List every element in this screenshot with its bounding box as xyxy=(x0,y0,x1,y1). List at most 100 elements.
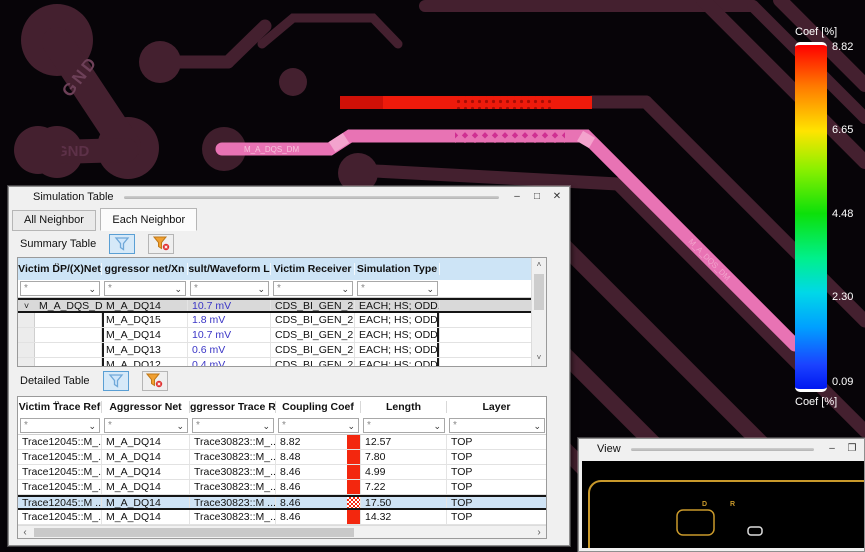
summary-col-result[interactable]: sult/Waveform L xyxy=(188,263,271,275)
scrollbar-thumb[interactable] xyxy=(534,274,544,310)
view-canvas[interactable]: D R xyxy=(582,461,864,548)
detailed-filter-layer[interactable]: * ⌄ xyxy=(449,418,545,433)
detailed-row[interactable]: Trace12045::M_... M_A_DQ14 Trace30823::M… xyxy=(18,480,546,495)
chevron-down-icon: ⌄ xyxy=(176,420,184,431)
detailed-filter-button[interactable] xyxy=(102,370,129,391)
pcb-net-label: M_A_DQS_DM xyxy=(244,145,299,154)
colorbar-tick: 2.30 xyxy=(832,291,854,303)
coupling-coef-colorbar: Coef [%] 8.82 6.65 4.48 2.30 0.09 Coef [… xyxy=(791,10,865,412)
component-outline-white xyxy=(747,526,763,536)
minimize-button[interactable]: – xyxy=(509,188,525,206)
detailed-table: ^ Victim Trace Ref Aggressor Net ggresso… xyxy=(17,396,547,539)
aggressor-trace-red[interactable] xyxy=(340,96,592,109)
titlebar-divider xyxy=(123,195,499,199)
component-outline xyxy=(676,509,715,536)
detailed-col-layer[interactable]: Layer xyxy=(447,401,546,413)
simulation-window-titlebar[interactable]: Simulation Table – □ ✕ xyxy=(9,187,569,207)
scroll-up-icon[interactable]: ˄ xyxy=(532,258,546,273)
expander-icon[interactable]: ˅ xyxy=(18,301,35,311)
detailed-filter-length[interactable]: * ⌄ xyxy=(363,418,445,433)
coef-color-chip xyxy=(347,450,360,464)
detailed-col-coupling-coef[interactable]: Coupling Coef xyxy=(276,401,361,413)
detailed-row[interactable]: Trace12045::M_... M_A_DQ14 Trace30823::M… xyxy=(18,510,546,525)
summary-col-victim[interactable]: ^ Victim DP/(X)Net xyxy=(18,263,102,275)
view-window-titlebar[interactable]: View – ❐ xyxy=(579,439,864,459)
summary-table: ^ Victim DP/(X)Net ggressor net/Xn sult/… xyxy=(17,257,547,367)
designator-label: D xyxy=(702,501,707,508)
detailed-row[interactable]: Trace12045::M_... M_A_DQ14 Trace30823::M… xyxy=(18,435,546,450)
colorbar-gradient xyxy=(795,42,827,392)
detailed-filter-coupling-coef[interactable]: * ⌄ xyxy=(278,418,359,433)
summary-row[interactable]: M_A_DQ15 1.8 mV CDS_BI_GEN_2P... EACH; H… xyxy=(18,313,533,328)
chevron-down-icon: ⌄ xyxy=(341,283,349,294)
simulation-table-window: Simulation Table – □ ✕ All Neighbor Each… xyxy=(8,186,570,546)
summary-col-simtype[interactable]: Simulation Type xyxy=(355,263,440,275)
summary-filter-victim[interactable]: * ⌄ xyxy=(20,281,100,296)
chevron-down-icon: ⌄ xyxy=(347,420,355,431)
detailed-filter-aggressor-trace[interactable]: * ⌄ xyxy=(192,418,274,433)
detailed-filter-row: * ⌄ * ⌄ * ⌄ * ⌄ * ⌄ * ⌄ xyxy=(18,417,546,435)
chevron-down-icon: ⌄ xyxy=(533,420,541,431)
detailed-filter-aggressor-net[interactable]: * ⌄ xyxy=(104,418,188,433)
chevron-down-icon: ⌄ xyxy=(88,283,96,294)
detailed-row-selected[interactable]: Trace12045::M ... M_A_DQ14 Trace30823::M… xyxy=(18,495,546,510)
scroll-down-icon[interactable]: ˅ xyxy=(532,351,546,366)
detailed-filter-victim-trace[interactable]: * ⌄ xyxy=(20,418,100,433)
titlebar-divider xyxy=(630,447,814,451)
colorbar-title-top: Coef [%] xyxy=(795,26,838,38)
tab-each-neighbor[interactable]: Each Neighbor xyxy=(100,208,198,231)
colorbar-tick: 0.09 xyxy=(832,376,854,388)
view-window: View – ❐ D R xyxy=(578,438,865,552)
summary-toolbar: Summary Table xyxy=(20,233,175,254)
coef-color-chip xyxy=(347,465,360,479)
detailed-col-aggressor-net[interactable]: Aggressor Net xyxy=(102,401,190,413)
coef-color-chip xyxy=(347,435,360,449)
view-board-outline-svg: D R xyxy=(588,480,864,548)
summary-filter-aggressor[interactable]: * ⌄ xyxy=(104,281,186,296)
board-outline xyxy=(588,480,864,548)
detailed-horizontal-scrollbar[interactable]: ‹ › xyxy=(18,525,546,538)
chevron-down-icon: ⌄ xyxy=(174,283,182,294)
maximize-button[interactable]: □ xyxy=(529,188,545,206)
detailed-table-label: Detailed Table xyxy=(20,374,90,387)
detailed-col-victim-trace[interactable]: ^ Victim Trace Ref xyxy=(18,401,102,413)
view-window-title: View xyxy=(597,443,621,455)
summary-clear-filter-button[interactable] xyxy=(148,233,175,254)
scroll-left-icon[interactable]: ‹ xyxy=(18,527,32,538)
summary-col-receiver[interactable]: Victim Receiver xyxy=(271,263,355,275)
chevron-down-icon: ⌄ xyxy=(426,283,434,294)
summary-vertical-scrollbar[interactable]: ˄ ˅ xyxy=(531,258,546,366)
summary-row-selected[interactable]: ˅ M_A_DQS_D1 M_A_DQ14 10.7 mV CDS_BI_GEN… xyxy=(18,298,533,313)
summary-col-aggressor[interactable]: ggressor net/Xn xyxy=(102,263,188,275)
chevron-down-icon: ⌄ xyxy=(262,420,270,431)
scroll-right-icon[interactable]: › xyxy=(532,527,546,538)
restore-button[interactable]: ❐ xyxy=(844,440,860,458)
detailed-row[interactable]: Trace12045::M_... M_A_DQ14 Trace30823::M… xyxy=(18,465,546,480)
detailed-clear-filter-button[interactable] xyxy=(141,370,168,391)
colorbar-tick: 4.48 xyxy=(832,208,854,220)
window-title: Simulation Table xyxy=(33,191,114,203)
colorbar-title-bottom: Coef [%] xyxy=(795,396,838,408)
pcb-pad xyxy=(14,126,62,174)
chevron-down-icon: ⌄ xyxy=(88,420,96,431)
tab-all-neighbor[interactable]: All Neighbor xyxy=(12,210,96,231)
colorbar-tick: 6.65 xyxy=(832,124,854,136)
chevron-down-icon: ⌄ xyxy=(257,283,265,294)
coef-color-chip xyxy=(347,510,360,524)
summary-row[interactable]: M_A_DQ12 0.4 mV CDS_BI_GEN_2P EACH; HS; … xyxy=(18,358,533,366)
summary-filter-receiver[interactable]: * ⌄ xyxy=(273,281,353,296)
close-button[interactable]: ✕ xyxy=(549,188,565,206)
summary-row[interactable]: M_A_DQ14 10.7 mV CDS_BI_GEN_2P... EACH; … xyxy=(18,328,533,343)
summary-filter-simtype[interactable]: * ⌄ xyxy=(357,281,438,296)
designator-label: R xyxy=(730,501,735,508)
summary-filter-result[interactable]: * ⌄ xyxy=(190,281,269,296)
summary-filter-button[interactable] xyxy=(109,233,136,254)
sort-ascending-icon: ^ xyxy=(54,263,60,269)
summary-row[interactable]: M_A_DQ13 0.6 mV CDS_BI_GEN_2P... EACH; H… xyxy=(18,343,533,358)
detailed-col-aggressor-trace[interactable]: ggressor Trace R xyxy=(190,401,276,413)
sort-ascending-icon: ^ xyxy=(54,401,60,407)
detailed-row[interactable]: Trace12045::M_... M_A_DQ14 Trace30823::M… xyxy=(18,450,546,465)
detailed-col-length[interactable]: Length xyxy=(361,401,447,413)
minimize-button[interactable]: – xyxy=(824,440,840,458)
scrollbar-thumb[interactable] xyxy=(34,527,354,537)
